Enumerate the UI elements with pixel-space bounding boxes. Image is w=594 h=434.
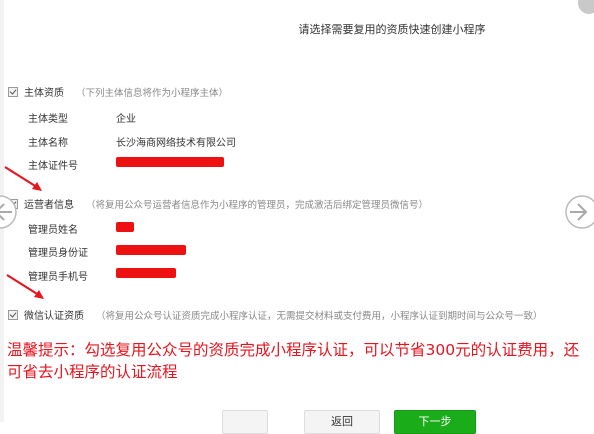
section-wechat-cert-header[interactable]: 微信认证资质 （将复用公众号认证资质完成小程序认证，无需提交材料或支付费用，小程… (8, 307, 543, 322)
redaction-mark (116, 157, 224, 167)
subject-type-label: 主体类型 (28, 114, 68, 125)
section-subject-title: 主体资质 (24, 88, 64, 99)
wechat-cert-checkbox[interactable] (8, 309, 18, 320)
section-operator-note: （将复用公众号运营者信息作为小程序的管理员，完成激活后绑定管理员微信号） (86, 199, 429, 211)
subject-name-value: 长沙海商网络技术有限公司 (116, 138, 236, 149)
secondary-button[interactable] (222, 410, 268, 434)
tip-annotation: 温馨提示：勾选复用公众号的资质完成小程序认证，可以节省300元的认证费用，还可省… (7, 341, 580, 381)
admin-id-label: 管理员身份证 (28, 248, 88, 259)
subject-name-label: 主体名称 (28, 138, 68, 149)
section-wechat-cert-note: （将复用公众号认证资质完成小程序认证，无需提交材料或支付费用，小程序认证到期时间… (96, 310, 543, 322)
section-operator-title: 运营者信息 (24, 200, 74, 211)
back-button[interactable]: 返回 (304, 410, 380, 434)
section-subject-note: （下列主体信息将作为小程序主体） (76, 87, 229, 99)
redaction-mark (116, 268, 176, 278)
redaction-mark (116, 222, 134, 232)
annotation-arrow-icon (6, 274, 44, 299)
section-operator-header[interactable]: 运营者信息 （将复用公众号运营者信息作为小程序的管理员，完成激活后绑定管理员微信… (8, 196, 428, 211)
prev-arrow-icon[interactable] (0, 194, 18, 230)
subject-type-value: 企业 (116, 114, 136, 125)
section-subject-header[interactable]: 主体资质 （下列主体信息将作为小程序主体） (8, 84, 228, 99)
subject-checkbox[interactable] (8, 86, 18, 97)
next-button[interactable]: 下一步 (394, 410, 476, 434)
next-arrow-icon[interactable] (564, 194, 594, 230)
redaction-mark (116, 245, 186, 255)
section-wechat-cert-title: 微信认证资质 (24, 311, 84, 322)
dialog-title: 请选择需要复用的资质快速创建小程序 (298, 23, 486, 36)
admin-name-label: 管理员姓名 (28, 225, 78, 236)
close-icon[interactable] (578, 0, 594, 14)
annotation-arrow-icon (4, 166, 42, 191)
